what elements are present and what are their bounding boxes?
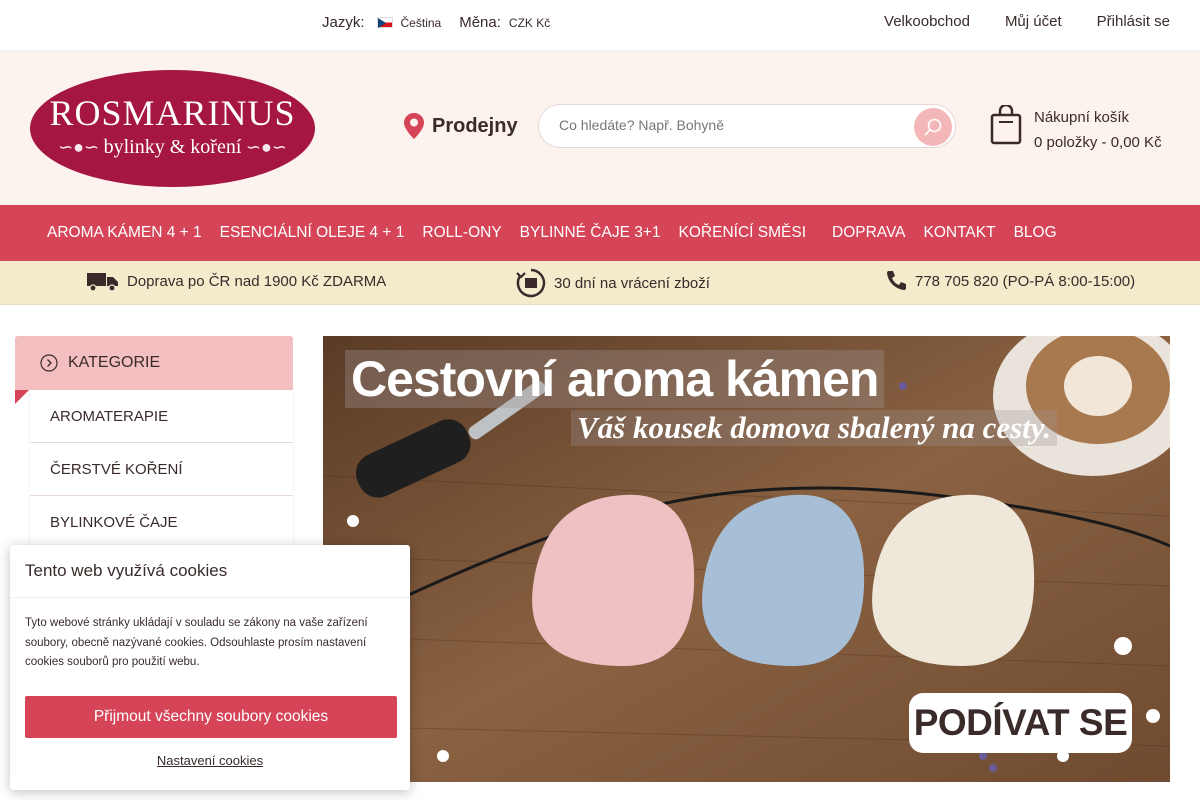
language-label: Jazyk: <box>322 14 365 31</box>
hero-banner[interactable]: Cestovní aroma kámen Váš kousek domova s… <box>323 336 1170 782</box>
cookie-title: Tento web využívá cookies <box>10 545 410 598</box>
search-input[interactable] <box>559 117 899 133</box>
logo[interactable]: ROSMARINUS ∽●∽ bylinky & koření ∽●∽ <box>30 70 315 187</box>
benefits-bar: Doprava po ČR nad 1900 Kč ZDARMA 30 dní … <box>0 261 1200 305</box>
category-heading-label: KATEGORIE <box>68 354 161 371</box>
search-bar <box>538 104 956 148</box>
cart[interactable]: Nákupní košík 0 položky - 0,00 Kč <box>990 105 1162 155</box>
nav-item-essential-oils[interactable]: ESENCIÁLNÍ OLEJE 4 + 1 <box>220 224 405 242</box>
currency-label: Měna: <box>459 14 501 31</box>
benefit-phone: 778 705 820 (PO-PÁ 8:00-15:00) <box>885 270 1135 292</box>
nav-item-shipping[interactable]: DOPRAVA <box>832 224 906 242</box>
czech-flag-icon[interactable] <box>376 17 393 28</box>
location-pin-icon <box>404 113 424 139</box>
sidebar-item-fresh-spices[interactable]: ČERSTVÉ KOŘENÍ <box>30 443 293 496</box>
sidebar-item-aromatherapy[interactable]: AROMATERAPIE <box>30 390 293 443</box>
truck-icon <box>87 273 118 292</box>
search-button[interactable] <box>914 108 952 146</box>
wholesale-link[interactable]: Velkoobchod <box>884 13 970 30</box>
sidebar-item-herbal-teas[interactable]: BYLINKOVÉ ČAJE <box>30 496 293 549</box>
account-links: Velkoobchod Můj účet Přihlásit se <box>884 13 1170 30</box>
return-box-icon <box>516 268 546 298</box>
currency-value[interactable]: CZK Kč <box>509 16 550 30</box>
nav-item-contact[interactable]: KONTAKT <box>924 224 996 242</box>
category-sidebar: KATEGORIE AROMATERAPIE ČERSTVÉ KOŘENÍ BY… <box>15 336 293 549</box>
benefit-returns-text: 30 dní na vrácení zboží <box>554 274 710 292</box>
logo-subtitle: bylinky & koření <box>103 136 242 158</box>
nav-item-roll-ons[interactable]: ROLL-ONY <box>422 224 501 242</box>
benefit-shipping: Doprava po ČR nad 1900 Kč ZDARMA <box>87 270 386 292</box>
cookie-body: Tyto webové stránky ukládají v souladu s… <box>25 617 368 668</box>
stores-label: Prodejny <box>432 114 518 137</box>
cart-title: Nákupní košík <box>1034 109 1130 126</box>
banner-subtitle: Váš kousek domova sbalený na cesty. <box>571 410 1058 446</box>
stores-link[interactable]: Prodejny <box>404 113 518 139</box>
my-account-link[interactable]: Můj účet <box>1005 13 1062 30</box>
benefit-shipping-text: Doprava po ČR nad 1900 Kč ZDARMA <box>127 272 387 290</box>
site-header: ROSMARINUS ∽●∽ bylinky & koření ∽●∽ Prod… <box>0 51 1200 205</box>
main-nav: AROMA KÁMEN 4 + 1 ESENCIÁLNÍ OLEJE 4 + 1… <box>0 205 1200 261</box>
phone-icon <box>887 271 906 290</box>
logo-subtitle-row: ∽●∽ bylinky & koření ∽●∽ <box>30 136 315 159</box>
locale-selector: Jazyk: Čeština Měna: CZK Kč <box>322 14 550 31</box>
top-bar: Jazyk: Čeština Měna: CZK Kč Velkoobchod … <box>0 0 1200 51</box>
accept-cookies-button[interactable]: Přijmout všechny soubory cookies <box>25 696 397 738</box>
benefit-returns: 30 dní na vrácení zboží <box>516 268 710 298</box>
cookie-dialog: Tento web využívá cookies Tyto webové st… <box>10 545 410 790</box>
ornament-left-icon: ∽●∽ <box>58 137 104 157</box>
ornament-right-icon: ∽●∽ <box>241 137 287 157</box>
search-icon <box>924 118 942 136</box>
category-heading[interactable]: KATEGORIE <box>15 336 293 390</box>
nav-item-aroma-stone[interactable]: AROMA KÁMEN 4 + 1 <box>47 224 202 242</box>
banner-title: Cestovní aroma kámen <box>345 350 885 408</box>
nav-item-spice-blends[interactable]: KOŘENÍCÍ SMĚSI <box>679 224 806 242</box>
login-link[interactable]: Přihlásit se <box>1097 13 1170 30</box>
banner-cta-button[interactable]: PODÍVAT SE <box>909 693 1132 753</box>
benefit-phone-text[interactable]: 778 705 820 (PO-PÁ 8:00-15:00) <box>915 273 1135 290</box>
shopping-bag-icon <box>990 105 1022 145</box>
chevron-circle-icon <box>40 354 58 372</box>
cart-summary: 0 položky - 0,00 Kč <box>1034 134 1162 151</box>
cookie-settings-link[interactable]: Nastavení cookies <box>10 753 410 768</box>
language-value[interactable]: Čeština <box>401 16 442 30</box>
nav-item-blog[interactable]: BLOG <box>1014 224 1057 242</box>
logo-title: ROSMARINUS <box>49 93 296 133</box>
nav-item-herbal-teas[interactable]: BYLINNÉ ČAJE 3+1 <box>520 224 661 242</box>
